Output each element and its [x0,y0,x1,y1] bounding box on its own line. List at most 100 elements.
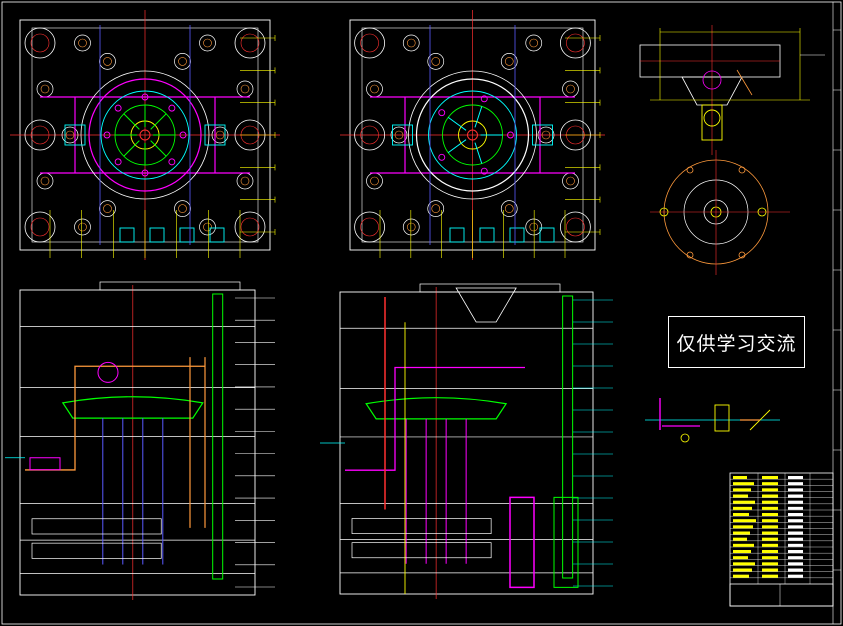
cad-drawing-canvas[interactable] [0,0,843,626]
guide-pillar-inner [360,217,379,237]
pin [738,166,746,174]
table-text [788,568,803,572]
screw-core [406,222,416,232]
table-text [788,550,803,553]
ejector-plate [351,518,492,534]
support-block [539,227,555,243]
screw-core [504,57,514,66]
screw-core [78,38,87,48]
table-text [733,562,755,566]
table-text [762,556,778,560]
mold-section-view-right [320,283,613,599]
locating-ring-detail [650,150,790,275]
pin-hole [168,104,176,112]
screw-core [406,38,416,48]
watermark-label: 仅供学习交流 [668,316,805,368]
screw-core [40,176,50,186]
rib [150,140,167,157]
table-text [788,482,803,486]
table-text [762,506,778,510]
screw-core [370,176,379,186]
table-text [788,500,803,504]
table-text [733,531,750,535]
rib [474,142,483,164]
rib [150,113,167,130]
screw-hole [36,172,54,190]
screw-core [431,204,441,213]
screw-core [103,204,112,213]
table-text [733,494,748,498]
screw-core [203,38,212,48]
screw-hole [562,80,579,98]
hole [680,433,690,443]
table-text [788,543,803,547]
screw-hole [525,34,543,52]
support-block [149,227,165,243]
screw-hole [36,80,54,98]
sheet-border [1,1,842,625]
rib [123,140,140,157]
table-text [733,506,752,510]
mold-outline [19,289,256,596]
guide-pillar-inner [240,33,260,53]
ejector-retainer [351,542,492,559]
table-text [762,562,778,566]
screw-core [103,57,112,66]
guide-pillar-inner [566,33,585,53]
table-text [762,482,778,486]
screw-core [566,176,575,186]
table-text [762,494,778,498]
pin-hole [438,109,446,117]
bushing [714,404,730,432]
screw-hole [236,172,254,190]
screw-hole [74,218,91,236]
table-text [788,574,803,578]
screw-core [529,222,539,232]
screw-core [178,57,187,66]
drawing-border [1,1,842,625]
pin [686,166,694,174]
return-spring [509,496,535,589]
table-text [788,513,803,516]
screw-core [370,84,379,94]
screw-hole [366,80,383,98]
guide-pillar [234,27,266,59]
pin-hole [438,153,446,161]
screw-hole [525,218,543,236]
table-text [762,537,778,541]
support-block [209,227,225,243]
table-text [788,494,803,498]
guide-pillar [24,211,56,243]
table-text [762,531,778,535]
guide-pillar-inner [566,217,585,237]
guide-pillar [354,27,386,59]
table-text [788,537,803,541]
table-text [733,513,749,516]
screw-core [566,84,575,94]
moving-half-plan-view [10,10,280,260]
screw-core [40,84,50,94]
ejector-detail [645,398,780,443]
table-text [733,482,754,486]
guide-pillar-inner [360,33,379,53]
table-text [733,550,751,553]
table-text [733,537,747,541]
table-text [788,519,803,523]
sprue-bushing-detail [639,25,825,155]
support-block [479,227,495,243]
rib [123,113,140,130]
table-text [733,525,753,529]
table-text [762,574,778,578]
screw-core [78,222,87,232]
screw-core [529,38,539,48]
table-text [788,556,803,560]
table-text [762,500,778,504]
table-text [762,476,778,479]
pin-hole [168,158,176,166]
table-text [733,543,754,547]
clamp-plate-top [99,281,241,291]
ejector-plate [31,518,162,535]
support-block [509,227,525,243]
table-text [788,562,803,566]
table-text [733,556,748,560]
